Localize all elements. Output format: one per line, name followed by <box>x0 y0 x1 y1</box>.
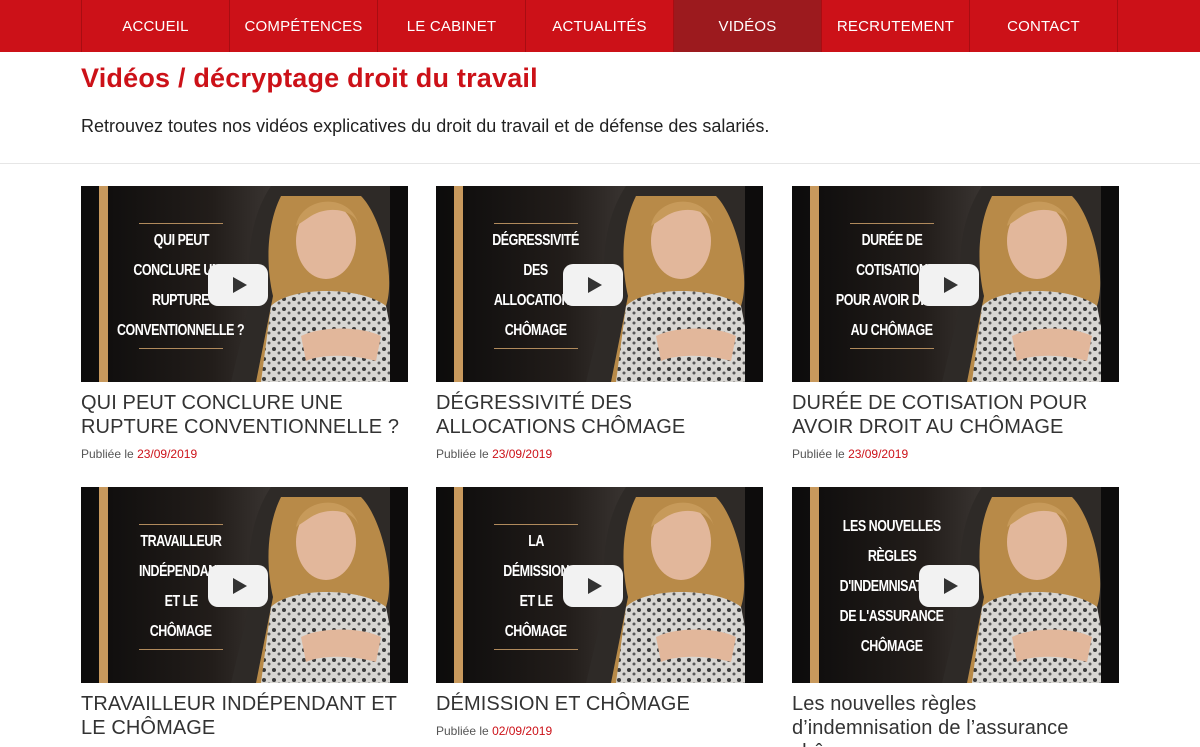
published-info: Publiée le 02/09/2019 <box>436 724 763 738</box>
video-thumbnail[interactable]: LA DÉMISSION ET LE CHÔMAGE <box>436 487 763 683</box>
play-button[interactable] <box>208 565 268 607</box>
thumbnail-caption-line: RÈGLES <box>867 548 917 565</box>
video-thumbnail[interactable]: TRAVAILLEUR INDÉPENDANT ET LE CHÔMAGE <box>81 487 408 683</box>
video-thumbnail[interactable]: QUI PEUT CONCLURE UNE RUPTURE CONVENTIONNEL… <box>81 186 408 382</box>
caption-rule <box>850 223 934 224</box>
video-thumbnail[interactable]: DÉGRESSIVITÉ DES ALLOCATIONS CHÔMAGE <box>436 186 763 382</box>
gold-stripe <box>810 186 819 382</box>
thumbnail-caption-line: LA <box>528 533 544 550</box>
thumbnail-caption-line: AU CHÔMAGE <box>851 322 933 339</box>
thumbnail-caption-line: CHÔMAGE <box>505 623 567 640</box>
play-icon <box>232 277 247 293</box>
caption-rule <box>850 348 934 349</box>
thumbnail-caption-line: DÉGRESSIVITÉ <box>492 232 580 249</box>
thumbnail-caption-line: CHÔMAGE <box>861 638 923 655</box>
published-date: 23/09/2019 <box>848 447 909 461</box>
caption-rule <box>494 348 578 349</box>
caption-rule <box>494 649 578 650</box>
thumbnail-caption-line: DÉMISSION <box>503 563 569 580</box>
thumbnail-caption-line: RUPTURE <box>152 292 210 309</box>
thumbnail-caption-line: CHÔMAGE <box>150 623 212 640</box>
thumbnail-caption-line: ET LE <box>519 593 553 610</box>
published-info: Publiée le 23/09/2019 <box>81 447 408 461</box>
video-thumbnail[interactable]: DURÉE DE COTISATION POUR AVOIR DROIT AU CHÔ… <box>792 186 1119 382</box>
published-date: 23/09/2019 <box>137 447 198 461</box>
gold-stripe <box>99 487 108 683</box>
gold-stripe <box>454 487 463 683</box>
gold-stripe <box>810 487 819 683</box>
nav-item-actualites[interactable]: ACTUALITÉS <box>526 0 674 52</box>
play-icon <box>587 277 602 293</box>
thumbnail-caption-line: DURÉE DE <box>861 232 923 249</box>
nav-item-recrutement[interactable]: RECRUTEMENT <box>822 0 970 52</box>
nav-item-le-cabinet[interactable]: LE CABINET <box>378 0 526 52</box>
video-card[interactable]: LA DÉMISSION ET LE CHÔMAGE DÉMISSION ET CHÔM… <box>436 487 763 738</box>
thumbnail-edge <box>745 487 763 683</box>
thumbnail-caption-line: QUI PEUT <box>153 232 209 249</box>
gold-stripe <box>454 186 463 382</box>
video-thumbnail[interactable]: LES NOUVELLES RÈGLES D'INDEMNISATION DE L'A… <box>792 487 1119 683</box>
published-label: Publiée le <box>792 447 845 461</box>
caption-rule <box>139 524 223 525</box>
video-title[interactable]: DÉGRESSIVITÉ DES ALLOCATIONS CHÔMAGE <box>436 391 763 439</box>
thumbnail-caption-line: COTISATION <box>856 262 928 279</box>
nav-item-accueil[interactable]: ACCUEIL <box>82 0 230 52</box>
play-icon <box>587 578 602 594</box>
thumbnail-edge <box>1101 186 1119 382</box>
nav-item-competences[interactable]: COMPÉTENCES <box>230 0 378 52</box>
thumbnail-edge <box>1101 487 1119 683</box>
published-label: Publiée le <box>436 724 489 738</box>
caption-rule <box>139 348 223 349</box>
video-card[interactable]: DURÉE DE COTISATION POUR AVOIR DROIT AU CHÔ… <box>792 186 1119 461</box>
page-title: Vidéos / décryptage droit du travail <box>81 63 538 93</box>
caption-rule <box>494 223 578 224</box>
play-icon <box>943 578 958 594</box>
play-button[interactable] <box>208 264 268 306</box>
play-icon <box>943 277 958 293</box>
thumbnail-caption-line: DES <box>523 262 549 279</box>
caption-rule <box>494 524 578 525</box>
header-divider <box>0 163 1200 164</box>
nav-item-videos[interactable]: VIDÉOS <box>674 0 822 52</box>
video-card[interactable]: LES NOUVELLES RÈGLES D'INDEMNISATION DE L'A… <box>792 487 1119 747</box>
video-card[interactable]: QUI PEUT CONCLURE UNE RUPTURE CONVENTIONNEL… <box>81 186 408 461</box>
video-card[interactable]: DÉGRESSIVITÉ DES ALLOCATIONS CHÔMAGE DÉGRESS… <box>436 186 763 461</box>
play-button[interactable] <box>919 565 979 607</box>
video-title[interactable]: TRAVAILLEUR INDÉPENDANT ET LE CHÔMAGE <box>81 692 408 740</box>
thumbnail-edge <box>390 487 408 683</box>
thumbnail-edge <box>745 186 763 382</box>
video-title[interactable]: QUI PEUT CONCLURE UNE RUPTURE CONVENTION… <box>81 391 408 439</box>
published-label: Publiée le <box>81 447 134 461</box>
thumbnail-caption-line: DE L'ASSURANCE <box>840 608 944 625</box>
video-title[interactable]: DÉMISSION ET CHÔMAGE <box>436 692 763 716</box>
thumbnail-caption-line: TRAVAILLEUR <box>140 533 222 550</box>
thumbnail-caption-line: ET LE <box>164 593 198 610</box>
published-date: 02/09/2019 <box>492 724 553 738</box>
play-icon <box>232 578 247 594</box>
play-button[interactable] <box>563 565 623 607</box>
thumbnail-caption-line: CHÔMAGE <box>505 322 567 339</box>
gold-stripe <box>99 186 108 382</box>
play-button[interactable] <box>919 264 979 306</box>
caption-rule <box>139 223 223 224</box>
video-card[interactable]: TRAVAILLEUR INDÉPENDANT ET LE CHÔMAGE TRAVAI… <box>81 487 408 740</box>
nav-menu: ACCUEIL COMPÉTENCES LE CABINET ACTUALITÉ… <box>81 0 1118 52</box>
published-date: 23/09/2019 <box>492 447 553 461</box>
published-info: Publiée le 23/09/2019 <box>436 447 763 461</box>
video-title[interactable]: Les nouvelles règles d’indemnisation de … <box>792 692 1119 747</box>
video-title[interactable]: DURÉE DE COTISATION POUR AVOIR DROIT AU … <box>792 391 1119 439</box>
published-label: Publiée le <box>436 447 489 461</box>
thumbnail-caption-line: LES NOUVELLES <box>843 518 941 535</box>
published-info: Publiée le 23/09/2019 <box>792 447 1119 461</box>
top-navigation-bar: ACCUEIL COMPÉTENCES LE CABINET ACTUALITÉ… <box>0 0 1200 52</box>
page-intro: Retrouvez toutes nos vidéos explicatives… <box>81 116 770 136</box>
caption-rule <box>139 649 223 650</box>
play-button[interactable] <box>563 264 623 306</box>
thumbnail-caption-line: CONVENTIONNELLE ? <box>117 322 245 339</box>
thumbnail-edge <box>390 186 408 382</box>
nav-item-contact[interactable]: CONTACT <box>970 0 1118 52</box>
